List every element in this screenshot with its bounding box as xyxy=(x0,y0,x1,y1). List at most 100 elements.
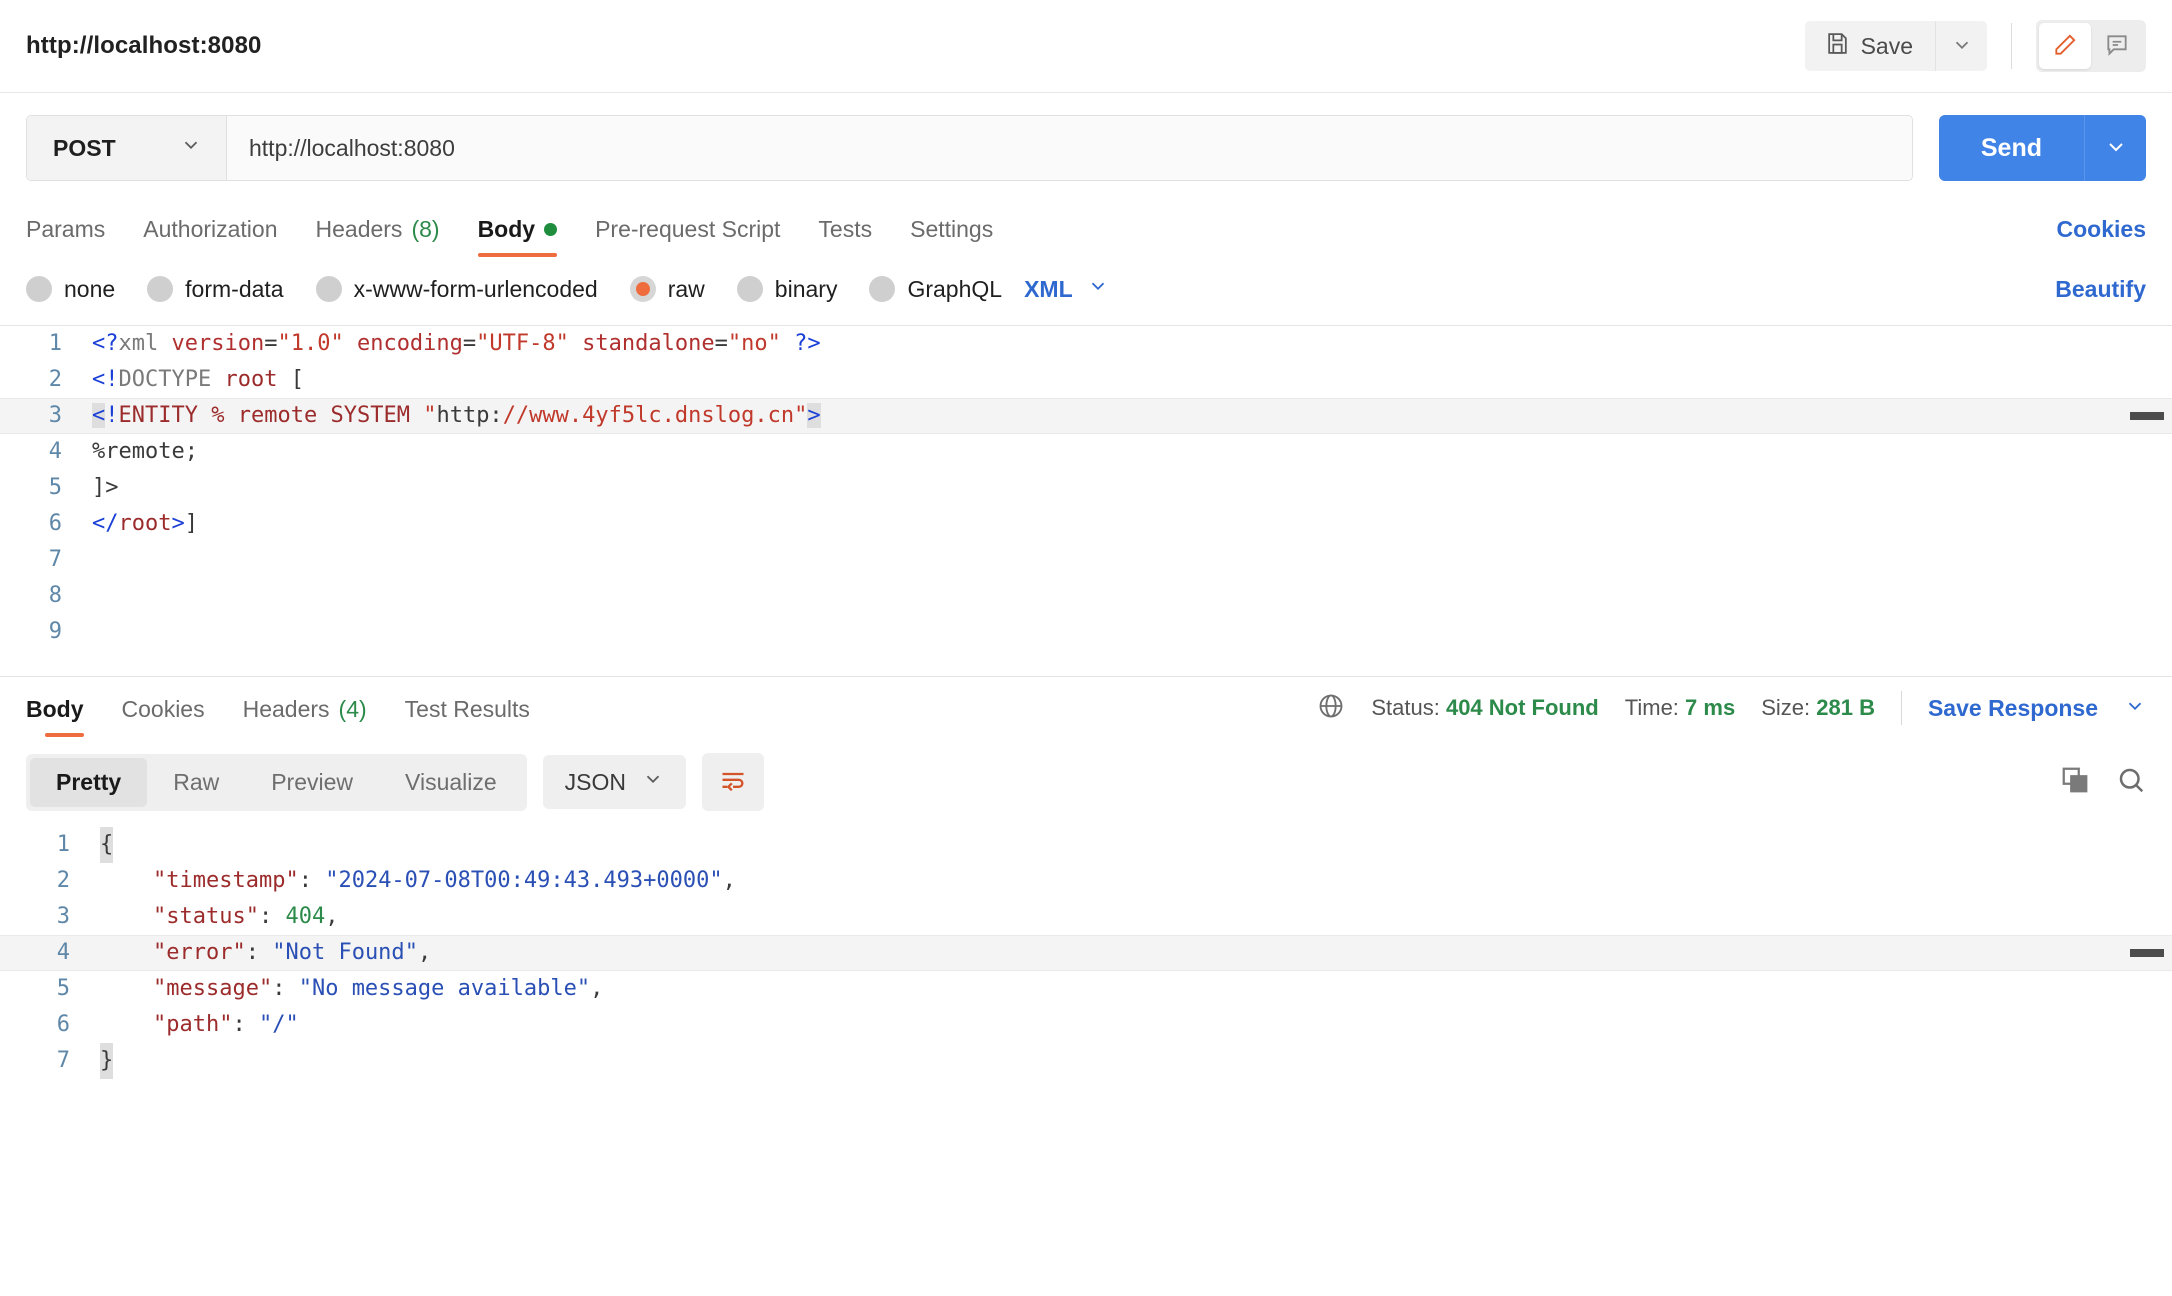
time-label: Time: xyxy=(1624,695,1679,720)
line-number: 7 xyxy=(56,1048,70,1073)
word-wrap-button[interactable] xyxy=(702,753,765,811)
radio-selected-icon xyxy=(629,276,656,302)
search-icon[interactable] xyxy=(2116,765,2146,800)
line-number: 5 xyxy=(56,976,70,1001)
chevron-down-icon xyxy=(1951,34,1973,59)
send-button[interactable]: Send xyxy=(1938,115,2084,181)
json-key: status xyxy=(166,904,246,929)
json-value: Not Found xyxy=(285,940,405,965)
code-line: 2 <!DOCTYPE root [ xyxy=(0,362,2172,398)
response-body-viewer[interactable]: 1 { 2 "timestamp": "2024-07-08T00:49:43.… xyxy=(0,827,2172,1127)
body-type-raw[interactable]: raw xyxy=(629,275,705,303)
tab-body[interactable]: Body xyxy=(459,216,577,257)
size-value: 281 B xyxy=(1816,695,1875,720)
code-line: 8 xyxy=(0,578,2172,614)
json-key: message xyxy=(166,976,259,1001)
response-tab-headers[interactable]: Headers (4) xyxy=(224,696,386,739)
tab-label: Test Results xyxy=(404,696,530,722)
tab-headers[interactable]: Headers (8) xyxy=(297,216,459,257)
body-type-none[interactable]: none xyxy=(26,276,115,303)
edit-mode-button[interactable] xyxy=(2039,23,2091,69)
send-button-group: Send xyxy=(1938,115,2146,181)
json-value: / xyxy=(272,1012,286,1037)
view-preview-button[interactable]: Preview xyxy=(245,758,379,807)
json-line: 5 "message": "No message available", xyxy=(0,971,2172,1007)
send-options-button[interactable] xyxy=(2084,115,2146,181)
body-type-bar: none form-data x-www-form-urlencoded raw… xyxy=(0,257,2172,319)
response-tools xyxy=(2060,765,2146,800)
raw-format-value: XML xyxy=(1024,275,1073,302)
view-visualize-button[interactable]: Visualize xyxy=(379,758,523,807)
code-line: 4 %remote; xyxy=(0,434,2172,470)
header-actions: Save xyxy=(1804,20,2146,72)
json-line-text: "status": 404, xyxy=(152,904,339,929)
tab-params[interactable]: Params xyxy=(26,216,124,257)
response-meta: Status: 404 Not Found Time: 7 ms Size: 2… xyxy=(1317,691,2146,739)
save-button-group: Save xyxy=(1804,21,1987,71)
body-type-urlencoded[interactable]: x-www-form-urlencoded xyxy=(315,275,598,303)
json-close-brace: } xyxy=(100,1043,114,1079)
meta-divider xyxy=(1900,691,1902,725)
status-value: 404 Not Found xyxy=(1445,695,1599,720)
code-line-text: </root>] xyxy=(92,511,198,536)
response-code-area[interactable]: 1 { 2 "timestamp": "2024-07-08T00:49:43.… xyxy=(0,827,2172,1079)
request-body-editor[interactable]: 1 <?xml version="1.0" encoding="UTF-8" s… xyxy=(0,325,2172,677)
tab-authorization[interactable]: Authorization xyxy=(124,216,296,257)
chevron-down-icon[interactable] xyxy=(2124,695,2146,722)
tab-settings[interactable]: Settings xyxy=(891,216,1012,257)
body-type-binary[interactable]: binary xyxy=(736,276,837,303)
code-line: 9 xyxy=(0,614,2172,650)
json-line: 1 { xyxy=(0,827,2172,863)
tab-tests[interactable]: Tests xyxy=(799,216,891,257)
line-number: 2 xyxy=(48,367,62,392)
json-open-brace: { xyxy=(100,827,114,863)
code-line-text: %remote; xyxy=(92,439,198,464)
response-tab-cookies[interactable]: Cookies xyxy=(103,696,224,739)
comment-button[interactable] xyxy=(2091,23,2143,69)
cookies-link[interactable]: Cookies xyxy=(2057,216,2146,257)
code-line-text: <?xml version="1.0" encoding="UTF-8" sta… xyxy=(92,331,821,356)
body-type-form-data[interactable]: form-data xyxy=(147,275,284,303)
time-value: 7 ms xyxy=(1685,695,1736,720)
response-format-bar: Pretty Raw Preview Visualize JSON xyxy=(0,739,2172,827)
body-type-graphql[interactable]: GraphQL xyxy=(869,276,1002,303)
chevron-down-icon xyxy=(1087,275,1109,303)
code-line-active: 3 <!ENTITY % remote SYSTEM "http://www.4… xyxy=(0,398,2172,434)
http-method-select[interactable]: POST xyxy=(27,116,227,180)
code-line: 5 ]> xyxy=(0,470,2172,506)
json-line-text: "path": "/" xyxy=(152,1012,299,1037)
save-options-button[interactable] xyxy=(1935,21,1987,71)
response-language-select[interactable]: JSON xyxy=(542,755,687,809)
tab-label: Body xyxy=(26,696,84,722)
body-type-label: x-www-form-urlencoded xyxy=(353,275,598,302)
view-pretty-button[interactable]: Pretty xyxy=(30,757,148,807)
json-line-text: "error": "Not Found", xyxy=(152,940,432,965)
view-raw-button[interactable]: Raw xyxy=(147,758,245,807)
save-button[interactable]: Save xyxy=(1804,21,1935,71)
size-item: Size: 281 B xyxy=(1761,695,1875,721)
code-line-text: <!DOCTYPE root [ xyxy=(92,367,304,392)
response-tab-test-results[interactable]: Test Results xyxy=(386,696,549,739)
save-response-link[interactable]: Save Response xyxy=(1928,695,2098,722)
request-header-bar: http://localhost:8080 Save xyxy=(0,0,2172,93)
raw-format-select[interactable]: XML xyxy=(1024,275,1109,303)
line-number: 2 xyxy=(56,868,70,893)
json-line: 2 "timestamp": "2024-07-08T00:49:43.493+… xyxy=(0,863,2172,899)
url-input-shell: POST xyxy=(26,115,1913,181)
response-tab-body[interactable]: Body xyxy=(26,696,103,739)
tab-pre-request-script[interactable]: Pre-request Script xyxy=(576,216,799,257)
save-button-label: Save xyxy=(1860,32,1913,59)
copy-icon[interactable] xyxy=(2060,765,2090,800)
body-type-label: form-data xyxy=(185,275,284,302)
line-number: 8 xyxy=(48,583,62,608)
size-label: Size: xyxy=(1761,695,1811,720)
beautify-link[interactable]: Beautify xyxy=(2055,276,2146,303)
json-line: 3 "status": 404, xyxy=(0,899,2172,935)
request-url-input[interactable] xyxy=(227,116,1912,180)
response-language-value: JSON xyxy=(564,768,627,795)
tab-label: Tests xyxy=(818,216,873,242)
tab-count: (8) xyxy=(411,216,440,242)
line-number: 3 xyxy=(56,904,70,929)
body-type-label: raw xyxy=(667,275,705,302)
request-code-area[interactable]: 1 <?xml version="1.0" encoding="UTF-8" s… xyxy=(0,326,2172,650)
